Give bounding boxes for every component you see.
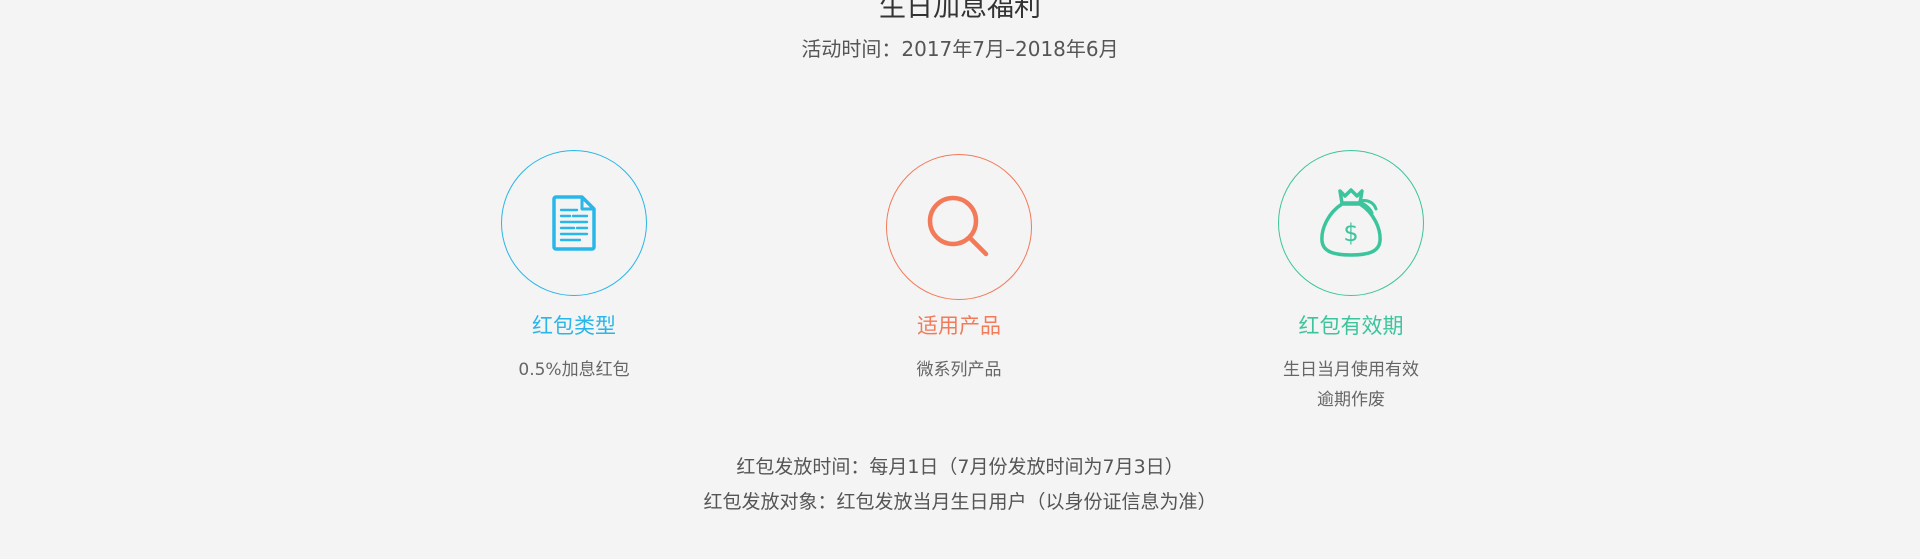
feature-title: 红包类型 <box>532 314 616 338</box>
activity-period: 活动时间：2017年7月–2018年6月 <box>801 37 1119 61</box>
document-icon <box>552 195 596 251</box>
feature-desc: 0.5%加息红包 <box>424 355 724 385</box>
feature-applicable-products: 适用产品 微系列产品 <box>809 150 1109 385</box>
feature-title: 适用产品 <box>917 314 1001 338</box>
search-icon-circle <box>886 154 1032 300</box>
feature-redpacket-type: 红包类型 0.5%加息红包 <box>424 150 724 385</box>
feature-desc: 生日当月使用有效 逾期作废 <box>1201 355 1501 415</box>
issue-target-text: 红包发放对象：红包发放当月生日用户（以身份证信息为准） <box>703 491 1217 513</box>
page-title: 生日加息福利 <box>879 0 1041 23</box>
feature-desc: 微系列产品 <box>809 355 1109 385</box>
feature-validity-period: $ 红包有效期 生日当月使用有效 逾期作废 <box>1201 150 1501 415</box>
feature-desc-line: 0.5%加息红包 <box>518 360 630 380</box>
document-icon-circle <box>501 150 647 296</box>
search-icon <box>927 195 989 257</box>
feature-desc-line: 生日当月使用有效 <box>1283 360 1419 380</box>
birthday-bonus-section: 生日加息福利 活动时间：2017年7月–2018年6月 红包类型 0.5%加息红… <box>0 0 1920 559</box>
money-bag-icon-circle: $ <box>1278 150 1424 296</box>
svg-text:$: $ <box>1343 219 1358 247</box>
money-bag-icon: $ <box>1320 188 1382 257</box>
feature-title: 红包有效期 <box>1298 314 1404 338</box>
feature-desc-line: 微系列产品 <box>916 360 1002 380</box>
issue-time-text: 红包发放时间：每月1日（7月份发放时间为7月3日） <box>736 456 1184 478</box>
feature-desc-line: 逾期作废 <box>1317 390 1385 410</box>
